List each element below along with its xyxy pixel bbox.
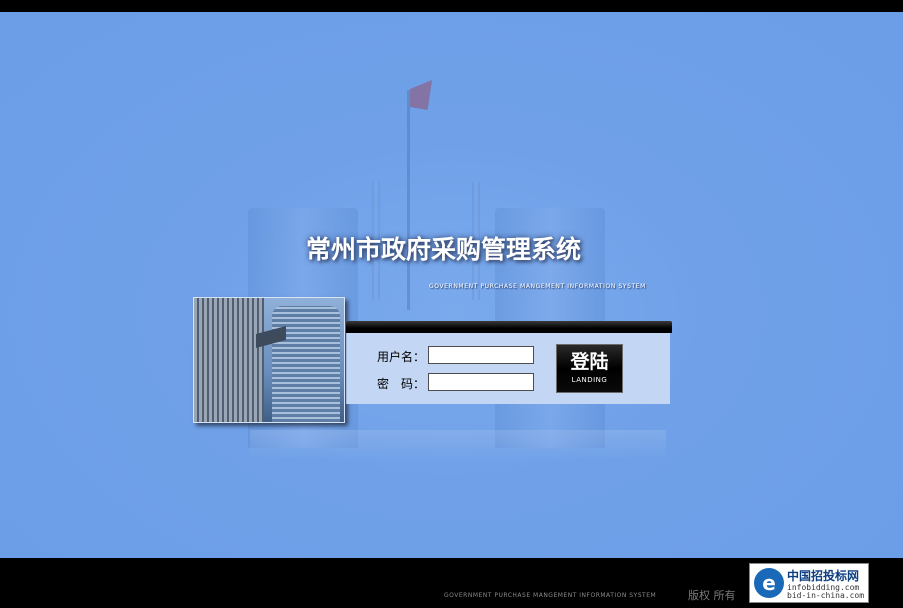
- page-title: 常州市政府采购管理系统: [306, 235, 582, 264]
- page-subtitle: GOVERNMENT PURCHASE MANGEMENT INFORMATIO…: [429, 283, 646, 290]
- partner-logo-icon: e: [754, 568, 784, 598]
- building-photo: [193, 297, 345, 423]
- footer-system-text: GOVERNMENT PURCHASE MANGEMENT INFORMATIO…: [444, 592, 657, 599]
- username-label: 用户名：: [377, 350, 426, 364]
- footer-copyright: 版权 所有: [688, 589, 736, 602]
- login-button-sublabel: LANDING: [571, 376, 608, 384]
- login-button[interactable]: 登陆 LANDING: [556, 344, 623, 393]
- top-bar: [0, 0, 903, 12]
- partner-logo-link[interactable]: e 中国招投标网 infobidding.com bid-in-china.co…: [749, 563, 869, 603]
- flagpole: [407, 90, 410, 310]
- login-button-label: 登陆: [570, 351, 609, 373]
- partner-name: 中国招投标网: [787, 569, 860, 583]
- login-header-bar: [346, 321, 672, 333]
- username-input[interactable]: [428, 346, 534, 364]
- password-input[interactable]: [428, 373, 534, 391]
- partner-url-2: bid-in-china.com: [787, 591, 865, 600]
- panel-reflection: [250, 430, 666, 460]
- password-label: 密 码：: [377, 377, 426, 391]
